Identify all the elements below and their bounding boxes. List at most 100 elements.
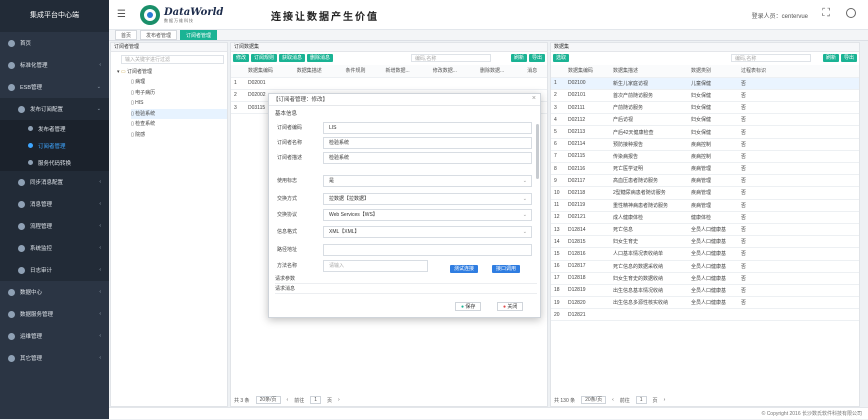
field-input[interactable]: 请输入	[323, 260, 428, 272]
tree-item[interactable]: ▯ HIS	[131, 98, 227, 109]
table-row[interactable]: 20D12821	[551, 309, 859, 321]
right-export-button[interactable]: 导出	[841, 54, 857, 62]
table-row[interactable]: 5D02113产后42天健康检查妇女保健否	[551, 126, 859, 138]
page-input[interactable]: 1	[636, 396, 647, 404]
menu-svc-code[interactable]: 服务代码转换	[0, 154, 109, 171]
file-icon: ▯	[131, 90, 134, 96]
table-row[interactable]: 15D12816人口基本情况表收纳单全员人口健康基否	[551, 248, 859, 260]
mid-pagination: 共 3 条20条/页‹前往1页›	[234, 394, 346, 406]
form-row: 订阅者编码LIS	[277, 121, 532, 134]
field-input[interactable]: Web Services【WS】⌄	[323, 209, 532, 221]
right-search-input[interactable]: 编码,名称	[731, 54, 811, 62]
tree-search-input[interactable]: 输入关键字进行过滤	[121, 55, 224, 64]
file-icon: ▯	[131, 100, 134, 106]
scrollbar[interactable]	[536, 124, 539, 179]
table-row[interactable]: 19D12820出生信息多源性核实收纳全员人口健康基否	[551, 297, 859, 309]
get-msg-button[interactable]: 获取消息	[279, 54, 305, 62]
req-params[interactable]: 请求参数	[275, 275, 537, 284]
table-row[interactable]: 4D02112产后访视妇女保健否	[551, 114, 859, 126]
page-size-select[interactable]: 20条/页	[256, 396, 281, 404]
table-row[interactable]: 6D02114预防接种报告疾病控制否	[551, 138, 859, 150]
select-button[interactable]: 选取	[553, 54, 569, 62]
field-input[interactable]: 检验系统	[323, 152, 532, 164]
tree-item[interactable]: ▯ 检查系统	[131, 119, 227, 130]
tab-sub-mgr[interactable]: 订阅者管理	[180, 30, 217, 40]
menu-esb[interactable]: ESB管理⌄	[0, 76, 109, 98]
table-row[interactable]: 10D021182型糖尿病患者随访服务疾病管理否	[551, 187, 859, 199]
right-refresh-button[interactable]: 刷新	[823, 54, 839, 62]
chevron-down-icon: ⌄	[97, 84, 101, 90]
close-icon[interactable]: ×	[532, 95, 536, 102]
chevron-down-icon: ⌄	[523, 210, 527, 221]
table-row[interactable]: 11D02119重性精神病患者随访服务疾病管理否	[551, 199, 859, 211]
edit-button[interactable]: 修改	[233, 54, 249, 62]
test-conn-button[interactable]: 测试连接	[450, 265, 478, 273]
table-row[interactable]: 3D02111产前随访服务妇女保健否	[551, 102, 859, 114]
rule-button[interactable]: 订阅规则	[251, 54, 277, 62]
tab-home[interactable]: 首页	[115, 30, 137, 40]
menu-other[interactable]: 其它管理‹	[0, 347, 109, 369]
menu-sync[interactable]: 同步消息配置‹	[0, 171, 109, 193]
field-input[interactable]: 检验系统	[323, 137, 532, 149]
table-row[interactable]: 17D12818妇女生育史的数据收纳全员人口健康基否	[551, 272, 859, 284]
page-size-select[interactable]: 20条/页	[581, 396, 606, 404]
gear-icon	[18, 106, 25, 113]
field-input[interactable]	[323, 244, 532, 256]
menu-pub-mgr[interactable]: 发布者管理	[0, 120, 109, 137]
field-input[interactable]: LIS	[323, 122, 532, 134]
field-input[interactable]: XML【XML】⌄	[323, 226, 532, 238]
req-msg[interactable]: 请求消息	[275, 285, 537, 294]
del-msg-button[interactable]: 删除消息	[307, 54, 333, 62]
login-label: 登录人员：	[752, 14, 782, 20]
table-row[interactable]: 13D12814死亡信息全员人口健康基否	[551, 223, 859, 235]
tab-pub-mgr[interactable]: 发布者管理	[140, 30, 177, 40]
menu-sub-mgr[interactable]: 订阅者管理	[0, 137, 109, 154]
hamburger-icon[interactable]: ☰	[117, 9, 126, 20]
menu-std[interactable]: 标准化管理‹	[0, 54, 109, 76]
mid-refresh-button[interactable]: 刷新	[511, 54, 527, 62]
next-icon[interactable]: ›	[664, 397, 666, 403]
tree-item[interactable]: ▯ 病理	[131, 77, 227, 88]
prev-icon[interactable]: ‹	[287, 397, 289, 403]
menu-ops[interactable]: 运维管理‹	[0, 325, 109, 347]
table-row[interactable]: 2D02101首次产前随访服务妇女保健否	[551, 89, 859, 101]
field-input[interactable]: 拉数据【拉数据】⌄	[323, 193, 532, 205]
menu-data[interactable]: 数据中心‹	[0, 281, 109, 303]
file-icon: ▯	[131, 121, 134, 127]
fullscreen-icon[interactable]: ⛶	[822, 7, 830, 20]
next-icon[interactable]: ›	[338, 397, 340, 403]
menu-mon[interactable]: 系统监控‹	[0, 237, 109, 259]
table-row[interactable]: 16D12817死亡信息的数据采收纳全员人口健康基否	[551, 260, 859, 272]
tree-item[interactable]: ▯ 检验系统	[131, 109, 227, 120]
menu-flow[interactable]: 流程管理‹	[0, 215, 109, 237]
call-button[interactable]: 接口调用	[492, 265, 520, 273]
chevron-left-icon: ‹	[99, 311, 101, 317]
menu-pub-config[interactable]: 发布订阅配置⌄	[0, 98, 109, 120]
close-circle-icon: ●	[503, 304, 506, 310]
table-row[interactable]: 9D02117高血压患者随访服务疾病管理否	[551, 175, 859, 187]
menu-log[interactable]: 日志审计‹	[0, 259, 109, 281]
menu-dsvc[interactable]: 数据服务管理‹	[0, 303, 109, 325]
page-input[interactable]: 1	[310, 396, 321, 404]
close-button[interactable]: ● 关闭	[497, 302, 523, 311]
mid-search-input[interactable]: 编码,名称	[411, 54, 491, 62]
save-button[interactable]: ● 保存	[455, 302, 481, 311]
tree-item[interactable]: ▯ 电子病历	[131, 88, 227, 99]
field-input[interactable]: 是⌄	[323, 175, 532, 187]
table-row[interactable]: 1D02001	[231, 77, 547, 89]
field-label: 交换方式	[277, 195, 323, 202]
mid-export-button[interactable]: 导出	[529, 54, 545, 62]
table-row[interactable]: 1D02100新生儿家庭访视儿童保健否	[551, 77, 859, 89]
table-row[interactable]: 8D02116死亡医学证明疾病管理否	[551, 163, 859, 175]
table-row[interactable]: 18D12819出生信息基本情况收纳全员人口健康基否	[551, 284, 859, 296]
menu-msg[interactable]: 消息管理‹	[0, 193, 109, 215]
menu-home[interactable]: 首页	[0, 32, 109, 54]
table-row[interactable]: 7D02115传染病报告疾病控制否	[551, 150, 859, 162]
chevron-left-icon: ‹	[99, 201, 101, 207]
logout-icon[interactable]	[846, 8, 856, 18]
table-row[interactable]: 14D12815妇女生育史全员人口健康基否	[551, 236, 859, 248]
tree-root[interactable]: ▾ ▭ 订阅者管理	[111, 67, 227, 77]
table-row[interactable]: 12D02121成人健康体检健康体检否	[551, 211, 859, 223]
prev-icon[interactable]: ‹	[612, 397, 614, 403]
tree-item[interactable]: ▯ 院感	[131, 130, 227, 141]
